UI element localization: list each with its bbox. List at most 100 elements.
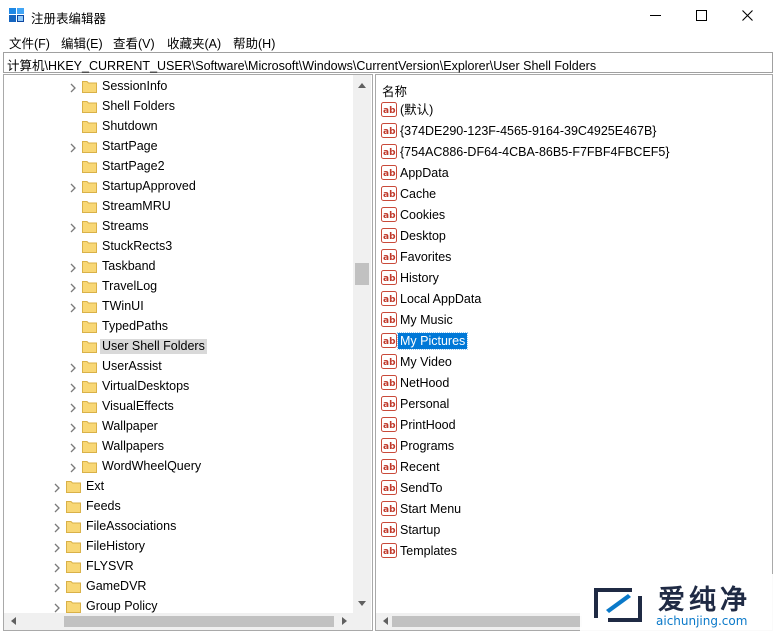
tree-node[interactable]: StreamMRU [4, 197, 353, 217]
column-header-name[interactable]: 名称 [376, 75, 772, 99]
tree-node-label[interactable]: User Shell Folders [100, 339, 207, 354]
value-row[interactable]: ab Templates [381, 541, 761, 562]
value-row[interactable]: ab My Video [381, 352, 761, 373]
value-row[interactable]: ab Cookies [381, 205, 761, 226]
tree-node-label[interactable]: GameDVR [84, 579, 148, 594]
tree-node-label[interactable]: FileHistory [84, 539, 147, 554]
values-horizontal-scroll-thumb[interactable] [392, 616, 582, 627]
tree-node[interactable]: GameDVR [4, 577, 353, 597]
tree-node[interactable]: FLYSVR [4, 557, 353, 577]
menu-file[interactable]: 文件(F) [9, 33, 50, 52]
chevron-right-icon[interactable] [69, 442, 77, 453]
value-name[interactable]: Cache [398, 186, 438, 202]
tree-node[interactable]: VisualEffects [4, 397, 353, 417]
value-name[interactable]: SendTo [398, 480, 444, 496]
tree-node-label[interactable]: TWinUI [100, 299, 146, 314]
tree-node[interactable]: TravelLog [4, 277, 353, 297]
value-name[interactable]: AppData [398, 165, 451, 181]
value-row[interactable]: ab SendTo [381, 478, 761, 499]
value-row[interactable]: ab Personal [381, 394, 761, 415]
tree-node-label[interactable]: Shell Folders [100, 99, 177, 114]
chevron-right-icon[interactable] [53, 582, 61, 593]
value-row[interactable]: ab My Pictures [381, 331, 761, 352]
chevron-right-icon[interactable] [69, 82, 77, 93]
value-row[interactable]: ab NetHood [381, 373, 761, 394]
minimize-button[interactable] [632, 0, 678, 31]
tree-node-label[interactable]: Wallpaper [100, 419, 160, 434]
value-row[interactable]: ab AppData [381, 163, 761, 184]
tree-node-label[interactable]: TravelLog [100, 279, 159, 294]
tree-node-label[interactable]: FLYSVR [84, 559, 136, 574]
value-name[interactable]: PrintHood [398, 417, 458, 433]
tree-node-label[interactable]: UserAssist [100, 359, 164, 374]
value-name[interactable]: Start Menu [398, 501, 463, 517]
tree-node[interactable]: Wallpapers [4, 437, 353, 457]
chevron-right-icon[interactable] [69, 282, 77, 293]
menu-view[interactable]: 查看(V) [113, 33, 155, 52]
menu-favorites[interactable]: 收藏夹(A) [167, 33, 221, 52]
tree-node-label[interactable]: Ext [84, 479, 106, 494]
tree-node-label[interactable]: StartPage [100, 139, 160, 154]
tree-node[interactable]: VirtualDesktops [4, 377, 353, 397]
tree-node[interactable]: StuckRects3 [4, 237, 353, 257]
tree-node-label[interactable]: StartPage2 [100, 159, 167, 174]
value-name[interactable]: Desktop [398, 228, 448, 244]
scroll-down-icon[interactable] [353, 595, 371, 611]
tree-vertical-scrollbar[interactable] [353, 75, 371, 613]
tree-node[interactable]: FileAssociations [4, 517, 353, 537]
address-bar[interactable]: 计算机\HKEY_CURRENT_USER\Software\Microsoft… [3, 52, 773, 73]
chevron-right-icon[interactable] [69, 182, 77, 193]
tree-node-label[interactable]: SessionInfo [100, 79, 169, 94]
tree-node[interactable]: Shutdown [4, 117, 353, 137]
tree-node-label[interactable]: Wallpapers [100, 439, 166, 454]
menu-help[interactable]: 帮助(H) [233, 33, 275, 52]
tree-node[interactable]: User Shell Folders [4, 337, 353, 357]
chevron-right-icon[interactable] [53, 602, 61, 613]
value-name[interactable]: Startup [398, 522, 442, 538]
tree-node[interactable]: Taskband [4, 257, 353, 277]
chevron-right-icon[interactable] [53, 522, 61, 533]
tree-node[interactable]: WordWheelQuery [4, 457, 353, 477]
tree-node[interactable]: Feeds [4, 497, 353, 517]
tree-node-label[interactable]: FileAssociations [84, 519, 178, 534]
value-name[interactable]: My Video [398, 354, 454, 370]
value-name[interactable]: NetHood [398, 375, 451, 391]
value-name[interactable]: Favorites [398, 249, 453, 265]
tree-node[interactable]: StartPage [4, 137, 353, 157]
tree-horizontal-scrollbar[interactable] [4, 613, 353, 630]
address-path[interactable]: 计算机\HKEY_CURRENT_USER\Software\Microsoft… [7, 55, 596, 74]
value-name[interactable]: {374DE290-123F-4565-9164-39C4925E467B} [398, 123, 658, 139]
tree-node-label[interactable]: Shutdown [100, 119, 160, 134]
value-name[interactable]: Templates [398, 543, 459, 559]
tree-node[interactable]: TWinUI [4, 297, 353, 317]
scroll-left-icon[interactable] [4, 613, 22, 629]
chevron-right-icon[interactable] [69, 362, 77, 373]
tree-node[interactable]: Streams [4, 217, 353, 237]
chevron-right-icon[interactable] [69, 142, 77, 153]
tree-node[interactable]: StartPage2 [4, 157, 353, 177]
value-row[interactable]: ab Startup [381, 520, 761, 541]
value-name[interactable]: (默认) [398, 102, 435, 118]
value-row[interactable]: ab History [381, 268, 761, 289]
value-row[interactable]: ab {754AC886-DF64-4CBA-86B5-F7FBF4FBCEF5} [381, 142, 761, 163]
value-row[interactable]: ab Cache [381, 184, 761, 205]
menu-edit[interactable]: 编辑(E) [61, 33, 103, 52]
value-row[interactable]: ab {374DE290-123F-4565-9164-39C4925E467B} [381, 121, 761, 142]
tree-node-label[interactable]: Group Policy [84, 599, 160, 614]
tree-node-label[interactable]: StartupApproved [100, 179, 198, 194]
chevron-right-icon[interactable] [69, 302, 77, 313]
value-row[interactable]: ab Start Menu [381, 499, 761, 520]
value-row[interactable]: ab Recent [381, 457, 761, 478]
value-row[interactable]: ab Desktop [381, 226, 761, 247]
maximize-button[interactable] [678, 0, 724, 31]
tree-node[interactable]: StartupApproved [4, 177, 353, 197]
key-tree-pane[interactable]: SessionInfo Shell Folders Shutdown StartPag… [3, 74, 373, 631]
value-name[interactable]: Programs [398, 438, 456, 454]
value-row[interactable]: ab Local AppData [381, 289, 761, 310]
tree-node-label[interactable]: Taskband [100, 259, 158, 274]
chevron-right-icon[interactable] [53, 542, 61, 553]
value-name[interactable]: Local AppData [398, 291, 483, 307]
value-name[interactable]: Personal [398, 396, 451, 412]
value-row[interactable]: ab My Music [381, 310, 761, 331]
tree-node[interactable]: TypedPaths [4, 317, 353, 337]
